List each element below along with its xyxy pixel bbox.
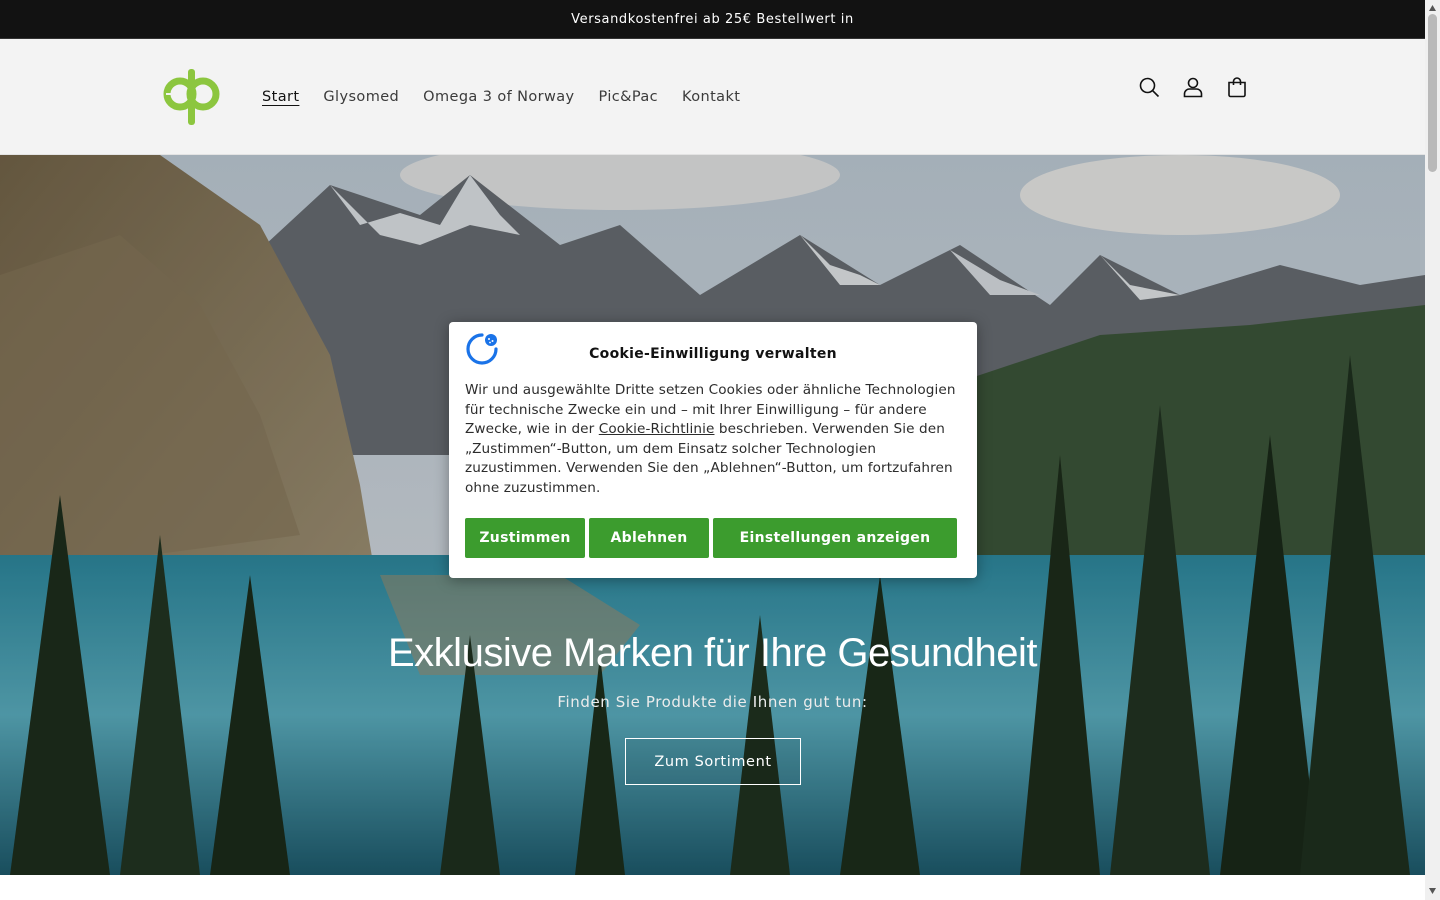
announcement-bar: Versandkostenfrei ab 25€ Bestellwert in (0, 0, 1425, 39)
cart-icon[interactable] (1225, 75, 1249, 99)
scrollbar-thumb[interactable] (1428, 14, 1437, 172)
announcement-text: Versandkostenfrei ab 25€ Bestellwert in (571, 11, 854, 27)
header-icons (1137, 75, 1249, 99)
nav-omega-3-of-norway[interactable]: Omega 3 of Norway (423, 89, 574, 105)
scroll-down-arrow-icon[interactable] (1428, 887, 1437, 895)
einstellungen-anzeigen-button[interactable]: Einstellungen anzeigen (713, 518, 957, 558)
cookie-dialog-title: Cookie-Einwilligung verwalten (589, 346, 837, 362)
nav-pic-pac[interactable]: Pic&Pac (599, 89, 658, 105)
zum-sortiment-button[interactable]: Zum Sortiment (625, 738, 801, 785)
brand-logo[interactable] (162, 67, 224, 127)
page-content-start (0, 875, 1425, 900)
hero-subtitle: Finden Sie Produkte die Ihnen gut tun: (557, 693, 868, 711)
account-icon[interactable] (1181, 75, 1205, 99)
nav-glysomed[interactable]: Glysomed (323, 89, 399, 105)
cookie-dialog-text: Wir und ausgewählte Dritte setzen Cookie… (465, 381, 961, 498)
scroll-up-arrow-icon[interactable] (1428, 4, 1437, 12)
zustimmen-button[interactable]: Zustimmen (465, 518, 585, 558)
cookie-consent-dialog: Cookie-Einwilligung verwalten Wir und au… (449, 322, 977, 578)
hero-title: Exklusive Marken für Ihre Gesundheit (388, 631, 1037, 675)
main-nav: Start Glysomed Omega 3 of Norway Pic&Pac… (262, 39, 740, 154)
qp-logo-icon (163, 69, 220, 125)
cookie-richtlinie-link[interactable]: Cookie-Richtlinie (599, 421, 715, 437)
nav-start[interactable]: Start (262, 89, 299, 105)
site-header: Start Glysomed Omega 3 of Norway Pic&Pac… (0, 39, 1425, 155)
ablehnen-button[interactable]: Ablehnen (589, 518, 709, 558)
search-icon[interactable] (1137, 75, 1161, 99)
nav-kontakt[interactable]: Kontakt (682, 89, 740, 105)
